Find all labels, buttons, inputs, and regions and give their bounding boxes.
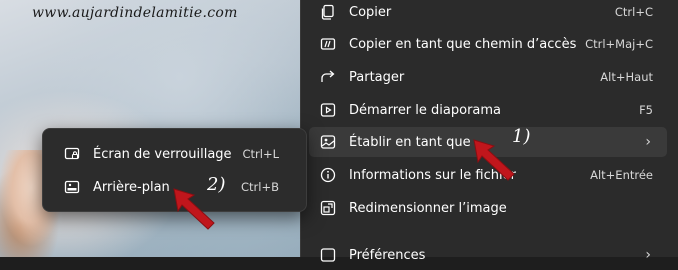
menu-item-label: Redimensionner l’image bbox=[349, 200, 507, 216]
menu-item-shortcut: Alt+Haut bbox=[600, 70, 653, 84]
menu-item-slideshow[interactable]: Démarrer le diaporama F5 bbox=[309, 95, 667, 125]
copy-path-icon bbox=[319, 35, 337, 53]
submenu-item-shortcut: Ctrl+B bbox=[241, 180, 279, 194]
menu-item-label: Partager bbox=[349, 69, 405, 85]
submenu-item-lock-screen[interactable]: Écran de verrouillage Ctrl+L bbox=[49, 139, 299, 169]
info-icon bbox=[319, 166, 337, 184]
lock-screen-icon bbox=[63, 145, 81, 163]
menu-item-label: Copier bbox=[349, 4, 392, 20]
menu-item-shortcut: Ctrl+C bbox=[614, 5, 653, 19]
submenu-item-shortcut: Ctrl+L bbox=[242, 147, 279, 161]
red-arrow-step-2 bbox=[173, 188, 215, 230]
share-icon bbox=[319, 68, 337, 86]
chevron-right-icon: › bbox=[645, 247, 651, 263]
chevron-right-icon: › bbox=[645, 134, 651, 150]
watermark-text: www.aujardindelamitie.com bbox=[32, 5, 238, 21]
copy-icon bbox=[319, 3, 337, 21]
menu-item-label: Copier en tant que chemin d’accès bbox=[349, 36, 577, 52]
menu-item-copy[interactable]: Copier Ctrl+C bbox=[309, 0, 667, 27]
menu-item-copy-path[interactable]: Copier en tant que chemin d’accès Ctrl+M… bbox=[309, 29, 667, 59]
context-menu: Copier Ctrl+C Copier en tant que chemin … bbox=[300, 0, 678, 263]
menu-item-share[interactable]: Partager Alt+Haut bbox=[309, 62, 667, 92]
menu-item-shortcut: Ctrl+Maj+C bbox=[585, 37, 653, 51]
wallpaper-icon bbox=[63, 178, 81, 196]
menu-item-resize[interactable]: Redimensionner l’image bbox=[309, 193, 667, 223]
red-arrow-step-1 bbox=[473, 139, 515, 181]
menu-item-preferences[interactable]: Préférences › bbox=[309, 240, 667, 270]
menu-item-shortcut: F5 bbox=[639, 103, 653, 117]
slideshow-icon bbox=[319, 101, 337, 119]
menu-item-label: Préférences bbox=[349, 247, 426, 263]
submenu-item-label: Écran de verrouillage bbox=[93, 146, 232, 162]
resize-icon bbox=[319, 199, 337, 217]
menu-item-label: Démarrer le diaporama bbox=[349, 102, 502, 118]
set-as-icon bbox=[319, 133, 337, 151]
preferences-icon bbox=[319, 246, 337, 264]
menu-item-shortcut: Alt+Entrée bbox=[590, 168, 653, 182]
